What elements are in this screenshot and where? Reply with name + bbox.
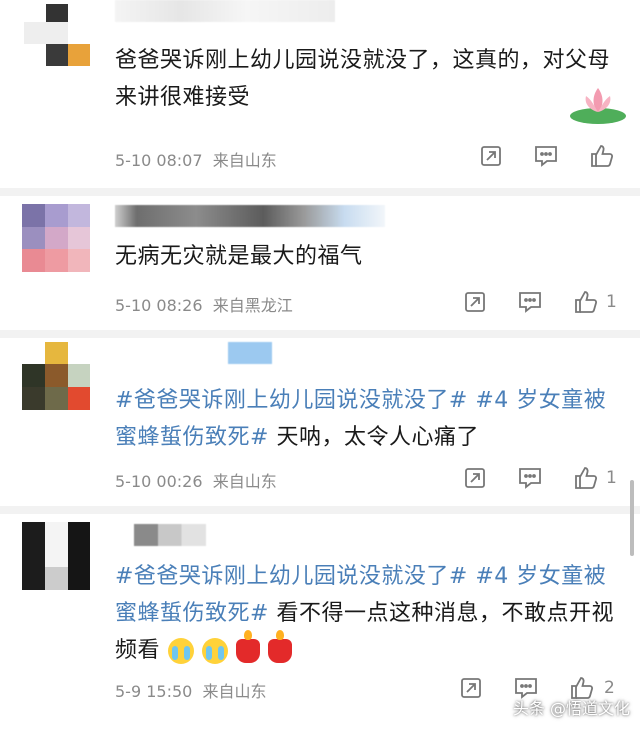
repost-icon[interactable] — [462, 465, 488, 491]
comment-2: 无病无灾就是最大的福气 5-10 08:26 来自黑龙江 1 — [0, 196, 640, 332]
divider — [0, 188, 640, 196]
comment-time: 5-10 00:26 — [115, 472, 203, 491]
divider — [0, 506, 640, 514]
hashtag-link[interactable]: #爸爸哭诉刚上幼儿园说没就没了# — [115, 564, 468, 589]
comment-text: #爸爸哭诉刚上幼儿园说没就没了# #4 岁女童被蜜蜂蜇伤致死# 看不得一点这种消… — [115, 564, 614, 664]
avatar[interactable] — [22, 204, 90, 272]
comment-text: 爸爸哭诉刚上幼儿园说没就没了，这真的，对父母来讲很难接受 — [115, 48, 611, 110]
avatar[interactable] — [22, 342, 90, 410]
comment-1: 爸爸哭诉刚上幼儿园说没就没了，这真的，对父母来讲很难接受 5-10 08:07 … — [0, 0, 640, 196]
lotus-sticker — [568, 82, 628, 124]
username-blurred[interactable] — [228, 342, 272, 364]
crying-emoji — [201, 638, 228, 664]
hashtag-link[interactable]: #爸爸哭诉刚上幼儿园说没就没了# — [115, 388, 468, 413]
comment-location: 来自黑龙江 — [212, 296, 293, 315]
candle-emoji — [235, 630, 260, 663]
username-blurred[interactable] — [115, 0, 335, 22]
repost-icon[interactable] — [458, 675, 484, 701]
like-icon[interactable] — [572, 464, 600, 492]
repost-icon[interactable] — [462, 289, 488, 315]
comment-icon[interactable] — [533, 143, 559, 169]
scrollbar[interactable] — [630, 480, 634, 556]
comment-location: 来自山东 — [212, 472, 277, 491]
crying-emoji — [167, 638, 194, 664]
comment-meta: 5-10 00:26 来自山东 — [115, 468, 277, 492]
comment-meta: 5-10 08:26 来自黑龙江 — [115, 292, 293, 316]
comment-time: 5-10 08:26 — [115, 296, 203, 315]
comment-text: 无病无灾就是最大的福气 — [115, 244, 363, 269]
avatar[interactable] — [22, 0, 90, 68]
avatar[interactable] — [22, 522, 90, 590]
comment-location: 来自山东 — [212, 151, 277, 170]
comment-icon[interactable] — [517, 289, 543, 315]
divider — [0, 330, 640, 338]
like-count: 1 — [606, 468, 617, 488]
comment-icon[interactable] — [517, 465, 543, 491]
like-icon[interactable] — [572, 288, 600, 316]
watermark: 头条 @悟道文化 — [512, 699, 630, 718]
comment-time: 5-10 08:07 — [115, 151, 203, 170]
username-blurred[interactable] — [134, 524, 206, 546]
comment-meta: 5-10 08:07 来自山东 — [115, 147, 277, 171]
comment-time: 5-9 15:50 — [115, 682, 193, 701]
candle-emoji — [267, 630, 292, 663]
comment-meta: 5-9 15:50 来自山东 — [115, 678, 267, 702]
comment-text: #爸爸哭诉刚上幼儿园说没就没了# #4 岁女童被蜜蜂蜇伤致死# 天呐，太令人心痛… — [115, 388, 607, 450]
like-icon[interactable] — [588, 142, 616, 170]
comment-3: #爸爸哭诉刚上幼儿园说没就没了# #4 岁女童被蜜蜂蜇伤致死# 天呐，太令人心痛… — [0, 338, 640, 510]
repost-icon[interactable] — [478, 143, 504, 169]
like-count: 1 — [606, 292, 617, 312]
username-blurred[interactable] — [115, 205, 385, 227]
comment-location: 来自山东 — [202, 682, 267, 701]
